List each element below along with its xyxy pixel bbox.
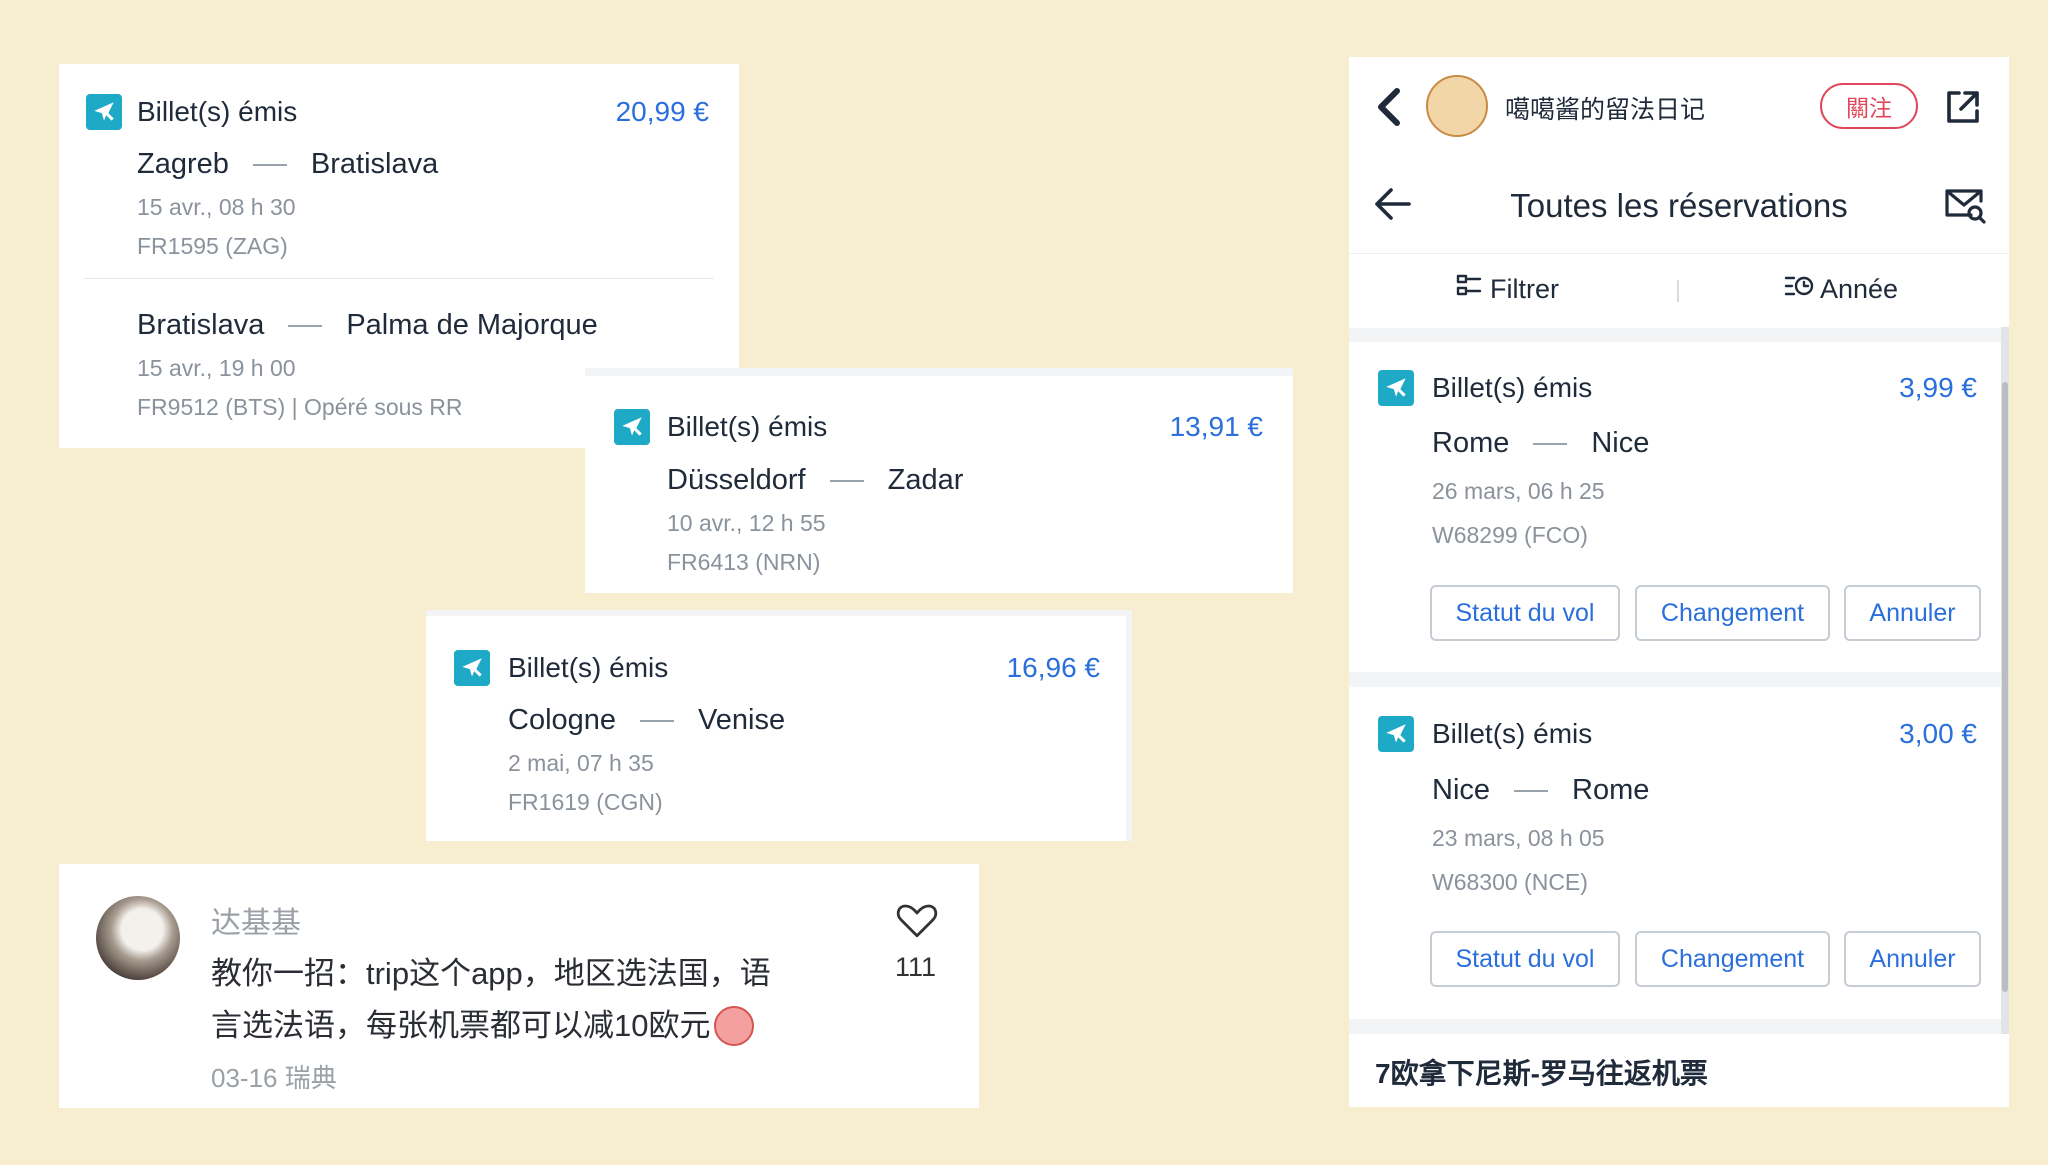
share-icon[interactable] — [1943, 87, 1983, 132]
flight-status-button[interactable]: Statut du vol — [1430, 585, 1620, 641]
follow-button[interactable]: 關注 — [1820, 83, 1918, 129]
flight-status-button[interactable]: Statut du vol — [1430, 931, 1620, 987]
change-button[interactable]: Changement — [1635, 931, 1830, 987]
page-title: Toutes les réservations — [1510, 187, 1848, 224]
route-from: Nice — [1432, 774, 1491, 806]
route: Düsseldorf Zadar — [667, 464, 963, 497]
route-to: Palma de Majorque — [346, 309, 598, 341]
year-button[interactable]: Année — [1784, 274, 1898, 305]
comment-text: 教你一招：trip这个app，地区选法国，语 言选法语，每张机票都可以减10欧元 — [211, 948, 851, 1052]
booking-status: Billet(s) émis — [1432, 718, 1593, 749]
route-to: Venise — [698, 704, 786, 736]
like-count: 111 — [895, 952, 937, 982]
comment-text-line: 教你一招：trip这个app，地区选法国，语 — [211, 956, 771, 991]
route-arrow — [1514, 789, 1549, 792]
filter-divider — [1677, 280, 1679, 302]
booking-price: 13,91 € — [1169, 411, 1263, 442]
route-to: Nice — [1591, 427, 1650, 459]
year-label: Année — [1820, 274, 1899, 304]
route-arrow — [1533, 442, 1568, 445]
booking-card[interactable]: Billet(s) émis 3,00 € Nice Rome 23 mars,… — [1349, 687, 2001, 1019]
booking-price: 16,96 € — [1006, 652, 1100, 683]
cancel-button[interactable]: Annuler — [1844, 585, 1981, 641]
route-arrow — [288, 324, 323, 327]
booking-price: 3,99 € — [1899, 372, 1977, 403]
filter-icon — [1456, 274, 1482, 305]
booking-card-cologne[interactable]: Billet(s) émis 16,96 € Cologne Venise 2 … — [426, 610, 1132, 841]
booking-price: 20,99 € — [615, 96, 709, 127]
flight-date: 15 avr., 19 h 00 — [137, 355, 296, 381]
route: Cologne Venise — [508, 704, 785, 737]
author-name[interactable]: 噶噶酱的留法日记 — [1505, 90, 1705, 126]
route-arrow — [252, 163, 287, 166]
chevron-left-icon[interactable] — [1375, 87, 1403, 132]
mail-search-icon[interactable] — [1943, 185, 1987, 230]
comment-username[interactable]: 达基基 — [211, 898, 301, 942]
booking-card[interactable]: Billet(s) émis 3,99 € Rome Nice 26 mars,… — [1349, 342, 2001, 672]
route: Bratislava Palma de Majorque — [137, 309, 598, 342]
booking-card-dusseldorf[interactable]: Billet(s) émis 13,91 € Düsseldorf Zadar … — [585, 368, 1293, 593]
flight-number: FR6413 (NRN) — [667, 549, 821, 575]
app-header: Toutes les réservations — [1349, 157, 2009, 253]
author-bar: 噶噶酱的留法日记 關注 — [1349, 57, 2009, 157]
flight-date: 10 avr., 12 h 55 — [667, 510, 826, 536]
flight-number: FR1619 (CGN) — [508, 789, 663, 815]
flight-number: FR9512 (BTS) | Opéré sous RR — [137, 394, 463, 420]
flight-date: 23 mars, 08 h 05 — [1432, 825, 1605, 851]
route-from: Düsseldorf — [667, 464, 806, 496]
booking-status: Billet(s) émis — [508, 652, 669, 683]
plane-icon — [1378, 716, 1414, 752]
route-from: Cologne — [508, 704, 617, 736]
clock-filter-icon — [1784, 274, 1814, 305]
booking-status: Billet(s) émis — [667, 411, 828, 442]
comment-meta: 03-16 瑞典 — [211, 1063, 337, 1093]
post-caption: 7欧拿下尼斯-罗马往返机票 — [1375, 1058, 1708, 1089]
scrollbar[interactable] — [2001, 327, 2009, 1097]
filter-bar: Filtrer Année — [1349, 253, 2009, 328]
avatar[interactable] — [96, 896, 180, 980]
route-from: Rome — [1432, 427, 1510, 459]
route-to: Bratislava — [310, 148, 439, 180]
route: Rome Nice — [1432, 427, 1649, 460]
scrollbar-thumb[interactable] — [2002, 382, 2008, 992]
plane-icon — [1378, 370, 1414, 406]
flight-number: W68299 (FCO) — [1432, 522, 1588, 548]
route-arrow — [829, 479, 864, 482]
comment-text-line: 言选法语，每张机票都可以减10欧元 — [211, 1000, 851, 1052]
change-button[interactable]: Changement — [1635, 585, 1830, 641]
divider — [84, 278, 714, 279]
emoji-icon — [714, 1006, 755, 1046]
cancel-button[interactable]: Annuler — [1844, 931, 1981, 987]
comment-text-line-content: 言选法语，每张机票都可以减10欧元 — [211, 1008, 711, 1043]
app-screen: 噶噶酱的留法日记 關注 Toutes les réservations Filt… — [1349, 57, 2009, 1107]
plane-icon — [86, 94, 122, 130]
route-to: Rome — [1572, 774, 1650, 806]
booking-status: Billet(s) émis — [137, 96, 298, 127]
post-caption-bar: 7欧拿下尼斯-罗马往返机票 — [1349, 1034, 2009, 1107]
heart-icon[interactable] — [896, 900, 938, 940]
route-from: Zagreb — [137, 148, 229, 180]
route: Zagreb Bratislava — [137, 148, 438, 181]
flight-date: 26 mars, 06 h 25 — [1432, 478, 1605, 504]
flight-date: 15 avr., 08 h 30 — [137, 194, 296, 220]
comment-card: 达基基 教你一招：trip这个app，地区选法国，语 言选法语，每张机票都可以减… — [59, 864, 979, 1108]
plane-icon — [614, 409, 650, 445]
route-from: Bratislava — [137, 309, 265, 341]
route: Nice Rome — [1432, 774, 1649, 807]
booking-status: Billet(s) émis — [1432, 372, 1593, 403]
filter-label: Filtrer — [1490, 274, 1559, 304]
route-to: Zadar — [887, 464, 964, 496]
flight-number: FR1595 (ZAG) — [137, 233, 288, 259]
plane-icon — [454, 650, 490, 686]
filter-button[interactable]: Filtrer — [1456, 274, 1559, 305]
author-avatar[interactable] — [1426, 75, 1488, 137]
flight-date: 2 mai, 07 h 35 — [508, 750, 654, 776]
booking-price: 3,00 € — [1899, 718, 1977, 749]
flight-number: W68300 (NCE) — [1432, 869, 1588, 895]
route-arrow — [640, 719, 675, 722]
